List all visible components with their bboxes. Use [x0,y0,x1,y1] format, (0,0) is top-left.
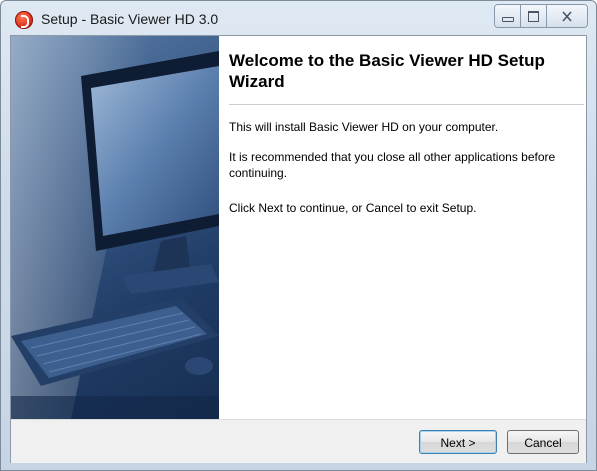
wizard-body: Welcome to the Basic Viewer HD Setup Wiz… [10,35,587,463]
computer-illustration-icon [11,36,219,419]
install-info-text: This will install Basic Viewer HD on you… [229,120,499,134]
minimize-button[interactable] [495,5,521,27]
wizard-side-image [11,36,219,419]
maximize-icon [528,10,539,22]
maximize-button[interactable] [521,5,547,27]
close-icon [562,10,572,22]
minimize-icon [501,16,514,22]
caption-buttons [494,4,588,28]
cancel-button[interactable]: Cancel [507,430,579,454]
next-button[interactable]: Next > [419,430,497,454]
setup-window: Setup - Basic Viewer HD 3.0 Welcome to t… [0,0,597,471]
heading-divider [229,104,584,105]
instruction-text: Click Next to continue, or Cancel to exi… [229,201,477,215]
app-logo-icon [15,11,33,29]
window-title: Setup - Basic Viewer HD 3.0 [41,11,219,27]
close-button[interactable] [547,5,587,27]
recommendation-text: It is recommended that you close all oth… [229,150,556,180]
wizard-footer: Next > Cancel [11,419,586,463]
welcome-heading: Welcome to the Basic Viewer HD Setup Wiz… [229,51,545,91]
title-bar[interactable]: Setup - Basic Viewer HD 3.0 [1,1,596,35]
